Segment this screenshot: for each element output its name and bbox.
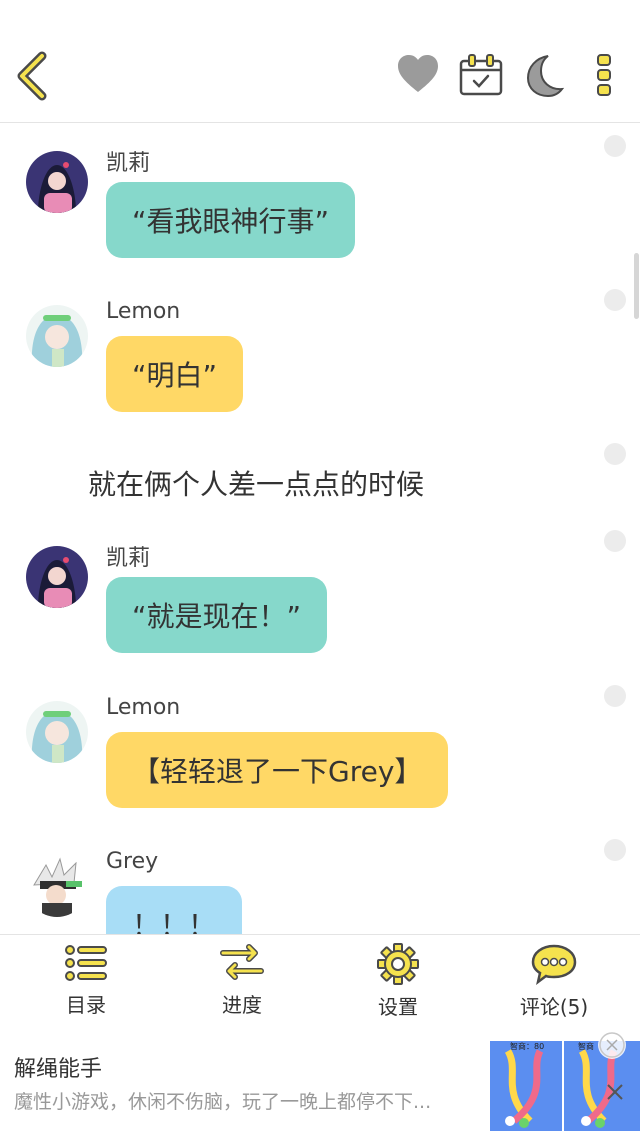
ad-description[interactable]: 魔性小游戏，休闲不伤脑，玩了一晚上都停不下... bbox=[14, 1087, 478, 1114]
sender-name: 凯莉 bbox=[106, 151, 151, 176]
message-dot[interactable] bbox=[604, 443, 626, 465]
ad-close-button[interactable] bbox=[598, 1031, 626, 1059]
avatar[interactable] bbox=[26, 855, 88, 917]
settings-label: 设置 bbox=[378, 995, 418, 1019]
message-bubble[interactable]: “就是现在！” bbox=[106, 577, 328, 653]
message-dot[interactable] bbox=[604, 289, 626, 311]
more-vertical-icon bbox=[597, 54, 611, 96]
close-circle-icon bbox=[599, 1032, 625, 1058]
message-bubble[interactable]: “明白” bbox=[106, 336, 244, 412]
night-mode-button[interactable] bbox=[520, 52, 566, 102]
message-dot[interactable] bbox=[604, 839, 626, 861]
gear-icon bbox=[377, 943, 419, 985]
calendar-button[interactable] bbox=[458, 52, 504, 102]
catalog-label: 目录 bbox=[66, 993, 106, 1017]
top-bar bbox=[0, 0, 640, 123]
sender-name: Lemon bbox=[106, 695, 181, 720]
avatar[interactable] bbox=[26, 151, 88, 213]
message-bubble[interactable]: “看我眼神行事” bbox=[106, 182, 356, 258]
ad-caption-1: 智商：80 bbox=[510, 1041, 544, 1051]
message-dot[interactable] bbox=[604, 685, 626, 707]
list-icon bbox=[65, 945, 107, 981]
comments-label: 评论(5) bbox=[519, 995, 589, 1019]
heart-icon bbox=[398, 55, 438, 92]
ad-caption-2: 智商 bbox=[578, 1041, 594, 1051]
swap-arrows-icon bbox=[220, 944, 264, 980]
close-icon bbox=[607, 1084, 623, 1100]
avatar[interactable] bbox=[26, 546, 88, 608]
message-bubble[interactable]: 【轻轻退了一下Grey】 bbox=[106, 732, 449, 808]
back-button[interactable] bbox=[12, 50, 56, 102]
ad-title[interactable]: 解绳能手 bbox=[14, 1051, 102, 1083]
scrollbar[interactable] bbox=[634, 253, 639, 319]
moon-icon bbox=[526, 55, 565, 98]
avatar[interactable] bbox=[26, 305, 88, 367]
sender-name: 凯莉 bbox=[106, 546, 151, 571]
more-button[interactable] bbox=[592, 52, 616, 102]
message-dot[interactable] bbox=[604, 135, 626, 157]
narration-text[interactable]: 就在俩个人差一点点的时候 bbox=[88, 463, 424, 503]
comments-button[interactable]: 评论(5) bbox=[494, 943, 614, 1020]
message-bubble[interactable]: ！！！ bbox=[106, 886, 243, 934]
progress-label: 进度 bbox=[222, 993, 262, 1017]
chat-area[interactable]: 凯莉 “看我眼神行事” Lemon “明白” 就在俩个人差一点点的时候 凯莉 “… bbox=[0, 123, 640, 934]
back-icon bbox=[17, 51, 47, 101]
comment-bubble-icon bbox=[531, 944, 577, 985]
progress-button[interactable]: 进度 bbox=[182, 943, 302, 1018]
message-dot[interactable] bbox=[604, 530, 626, 552]
ad-banner[interactable]: 解绳能手 魔性小游戏，休闲不伤脑，玩了一晚上都停不下... 智商：80 智商 bbox=[0, 1031, 640, 1138]
calendar-check-icon bbox=[459, 54, 503, 96]
sender-name: Lemon bbox=[106, 299, 181, 324]
bottom-toolbar: 目录 进度 设置 评论(5) bbox=[0, 934, 640, 1031]
settings-button[interactable]: 设置 bbox=[338, 943, 458, 1020]
favorite-button[interactable] bbox=[396, 52, 440, 100]
catalog-button[interactable]: 目录 bbox=[26, 943, 146, 1018]
ad-dismiss-button[interactable] bbox=[606, 1083, 624, 1105]
avatar[interactable] bbox=[26, 701, 88, 763]
sender-name: Grey bbox=[106, 849, 159, 874]
